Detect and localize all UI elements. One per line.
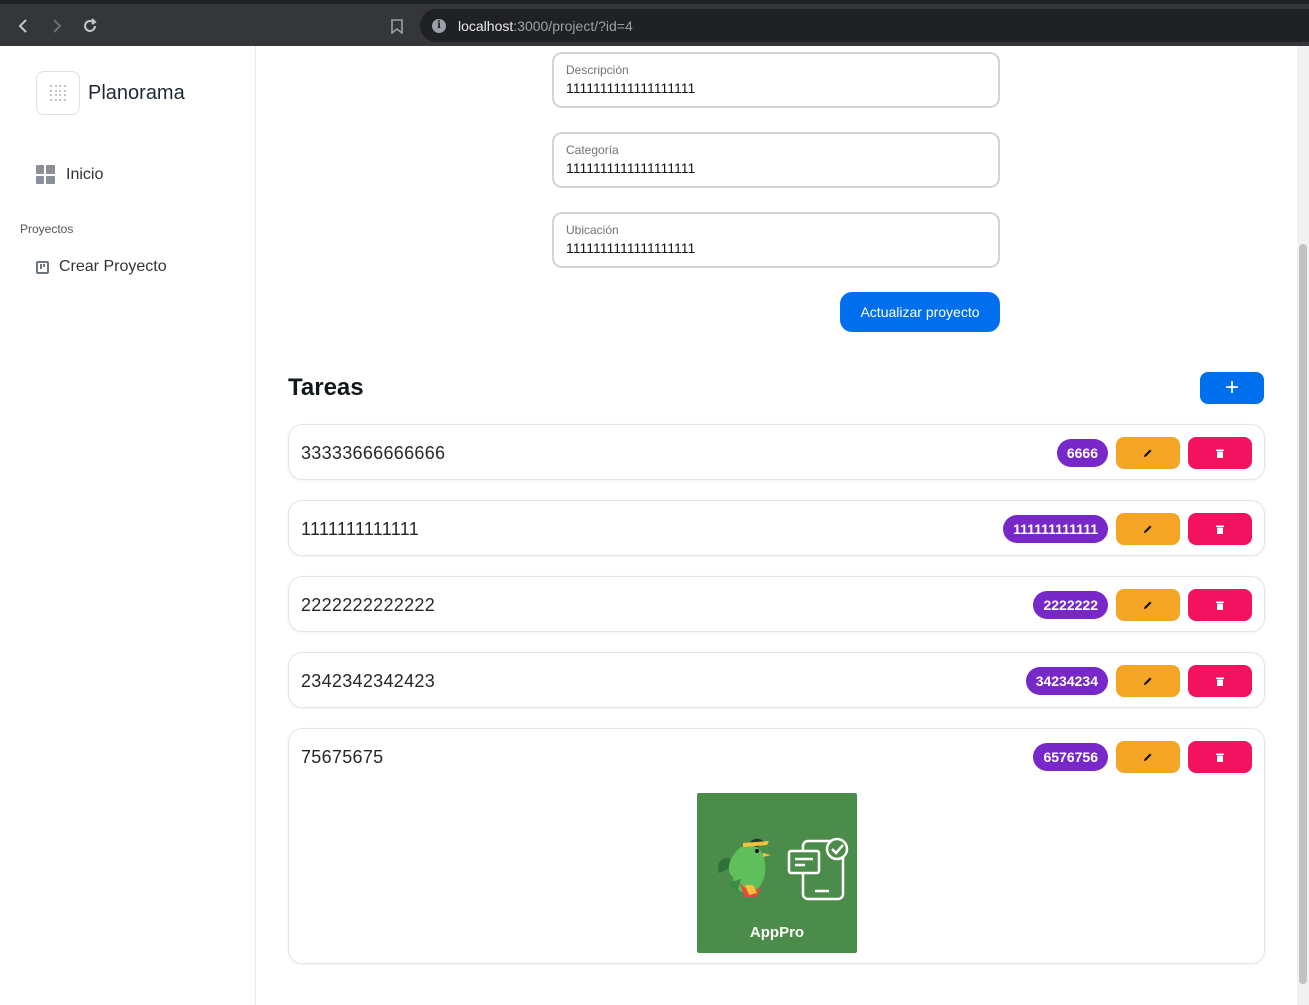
delete-task-button[interactable] <box>1188 513 1252 545</box>
task-name: 75675675 <box>301 747 384 767</box>
trash-icon <box>1216 601 1224 610</box>
location-value[interactable]: 1111111111111111111 <box>566 238 986 258</box>
task-name: 33333666666666 <box>301 443 446 463</box>
sidebar-section-label: Proyectos <box>20 222 74 236</box>
task-card: 33333666666666 6666 <box>288 424 1265 480</box>
sidebar: Planorama Inicio Proyectos Crear Proyect… <box>0 46 256 1005</box>
task-card: 2222222222222 2222222 <box>288 576 1265 632</box>
image-caption: AppPro <box>749 924 805 941</box>
add-task-button[interactable]: + <box>1200 372 1264 404</box>
plus-icon: + <box>1224 374 1239 401</box>
category-value[interactable]: 1111111111111111111 <box>566 158 986 178</box>
category-field[interactable]: Categoría 1111111111111111111 <box>552 132 1000 188</box>
kanban-icon <box>36 260 49 274</box>
delete-task-button[interactable] <box>1188 665 1252 697</box>
trash-icon <box>1216 677 1224 686</box>
browser-toolbar: i localhost:3000/project/?id=4 <box>0 0 1309 46</box>
update-project-button[interactable]: Actualizar proyecto <box>840 292 1000 332</box>
pencil-icon <box>1144 449 1152 457</box>
description-field[interactable]: Descripción 1111111111111111111 <box>552 52 1000 108</box>
reload-icon[interactable] <box>76 12 104 40</box>
task-card: 2342342342423 34234234 <box>288 652 1265 708</box>
sidebar-item-label: Inicio <box>66 165 104 183</box>
pencil-icon <box>1144 525 1152 533</box>
category-label: Categoría <box>566 143 619 157</box>
task-chip: 34234234 <box>1025 667 1108 695</box>
forward-icon[interactable] <box>42 12 70 40</box>
description-value[interactable]: 1111111111111111111 <box>566 78 986 98</box>
task-name: 2222222222222 <box>301 595 436 615</box>
pencil-icon <box>1144 753 1152 761</box>
tasks-title: Tareas <box>288 374 364 401</box>
location-field[interactable]: Ubicación 1111111111111111111 <box>552 212 1000 268</box>
edit-task-button[interactable] <box>1116 741 1180 773</box>
task-actions: 6576756 <box>1033 741 1252 773</box>
task-chip: 2222222 <box>1033 591 1108 619</box>
bird-illustration <box>717 838 771 897</box>
task-chip: 6666 <box>1056 439 1108 467</box>
delete-task-button[interactable] <box>1188 589 1252 621</box>
task-chip: 6576756 <box>1033 743 1108 771</box>
edit-task-button[interactable] <box>1116 665 1180 697</box>
task-image: AppPro <box>697 793 857 953</box>
main-content: Descripción 1111111111111111111 Categorí… <box>256 46 1297 1005</box>
edit-task-button[interactable] <box>1116 513 1180 545</box>
bookmark-icon[interactable] <box>383 12 411 40</box>
back-icon[interactable] <box>10 12 38 40</box>
address-bar[interactable]: i localhost:3000/project/?id=4 <box>420 9 1309 42</box>
logo-grid-icon <box>50 85 66 101</box>
delete-task-button[interactable] <box>1188 437 1252 469</box>
edit-task-button[interactable] <box>1116 437 1180 469</box>
location-label: Ubicación <box>566 223 619 237</box>
url-path: :3000/project/?id=4 <box>513 17 633 34</box>
app-name: Planorama <box>88 82 185 104</box>
pencil-icon <box>1144 677 1152 685</box>
task-name: 2342342342423 <box>301 671 436 691</box>
phone-illustration <box>787 837 849 901</box>
edit-task-button[interactable] <box>1116 589 1180 621</box>
description-label: Descripción <box>566 63 629 77</box>
task-actions: 6666 <box>1056 437 1252 469</box>
task-card: 1111111111111 111111111111 <box>288 500 1265 556</box>
task-card: 75675675 6576756 AppPro <box>288 728 1265 964</box>
task-actions: 34234234 <box>1025 665 1252 697</box>
sidebar-item-crear-proyecto[interactable]: Crear Proyecto <box>36 258 167 276</box>
trash-icon <box>1216 525 1224 534</box>
trash-icon <box>1216 753 1224 762</box>
sidebar-item-inicio[interactable]: Inicio <box>36 165 103 184</box>
task-chip: 111111111111 <box>1003 515 1108 543</box>
scrollbar-thumb[interactable] <box>1299 244 1307 984</box>
task-actions: 111111111111 <box>1003 513 1252 545</box>
trash-icon <box>1216 449 1224 458</box>
url-host: localhost <box>458 17 514 34</box>
app-logo[interactable] <box>36 71 80 115</box>
delete-task-button[interactable] <box>1188 741 1252 773</box>
scrollbar[interactable] <box>1297 46 1309 1005</box>
pencil-icon <box>1144 601 1152 609</box>
sidebar-item-label: Crear Proyecto <box>59 258 167 275</box>
task-actions: 2222222 <box>1033 589 1252 621</box>
site-info-icon[interactable]: i <box>432 18 446 33</box>
task-name: 1111111111111 <box>301 519 420 539</box>
dashboard-icon <box>36 165 55 184</box>
